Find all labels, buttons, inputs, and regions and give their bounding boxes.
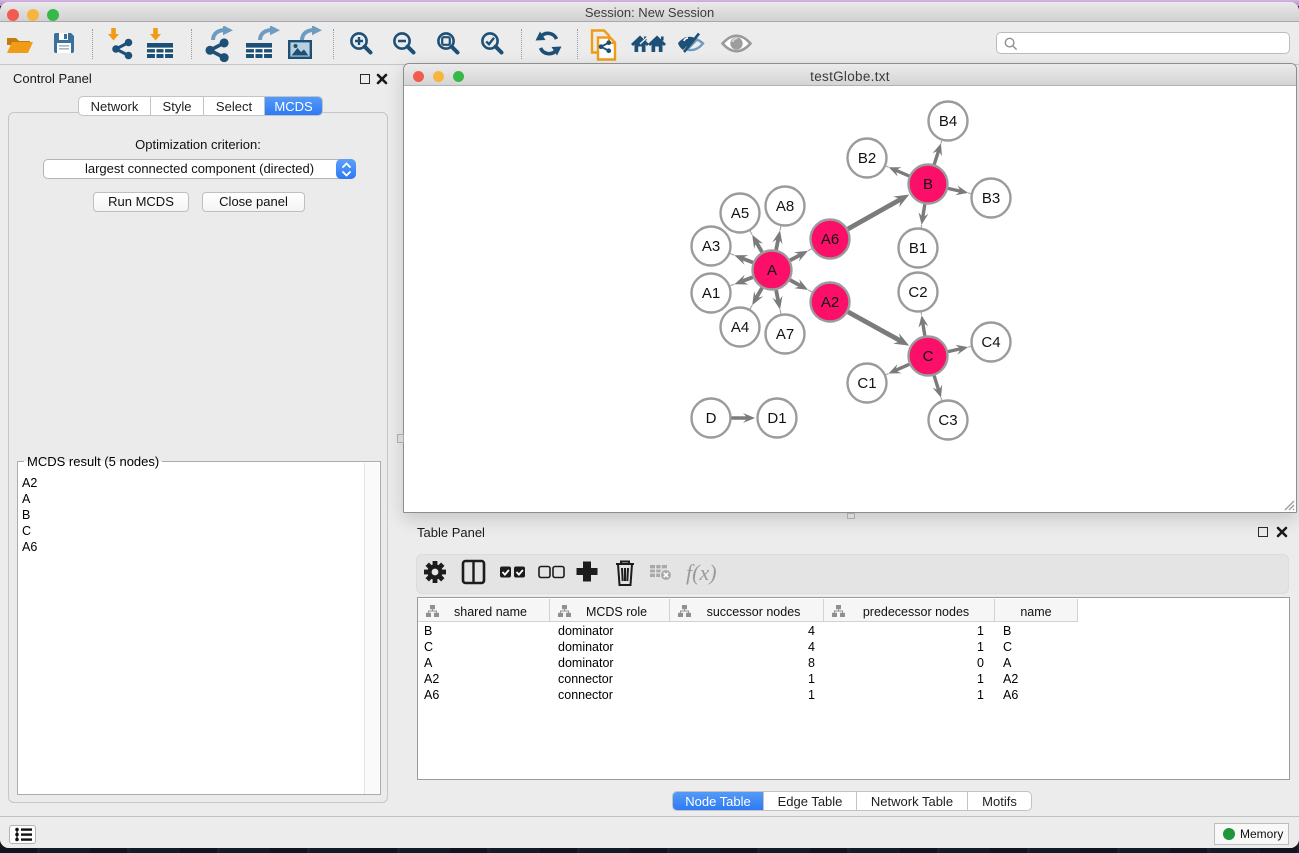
svg-text:C: C bbox=[923, 348, 934, 365]
svg-text:B2: B2 bbox=[858, 150, 876, 167]
svg-text:B4: B4 bbox=[939, 113, 957, 130]
svg-text:A3: A3 bbox=[702, 238, 720, 255]
svg-text:A: A bbox=[767, 262, 777, 279]
svg-text:B3: B3 bbox=[982, 190, 1000, 207]
svg-text:D: D bbox=[706, 410, 717, 427]
svg-text:A5: A5 bbox=[731, 205, 749, 222]
svg-text:C3: C3 bbox=[938, 412, 957, 429]
svg-text:D1: D1 bbox=[767, 410, 786, 427]
svg-text:A6: A6 bbox=[821, 231, 839, 248]
svg-text:A8: A8 bbox=[776, 198, 794, 215]
svg-text:A4: A4 bbox=[731, 319, 749, 336]
svg-text:C4: C4 bbox=[981, 334, 1000, 351]
svg-text:A2: A2 bbox=[821, 294, 839, 311]
svg-text:C2: C2 bbox=[908, 284, 927, 301]
svg-text:A1: A1 bbox=[702, 285, 720, 302]
svg-text:C1: C1 bbox=[857, 375, 876, 392]
svg-text:B: B bbox=[923, 176, 933, 193]
svg-text:A7: A7 bbox=[776, 326, 794, 343]
svg-text:B1: B1 bbox=[909, 240, 927, 257]
